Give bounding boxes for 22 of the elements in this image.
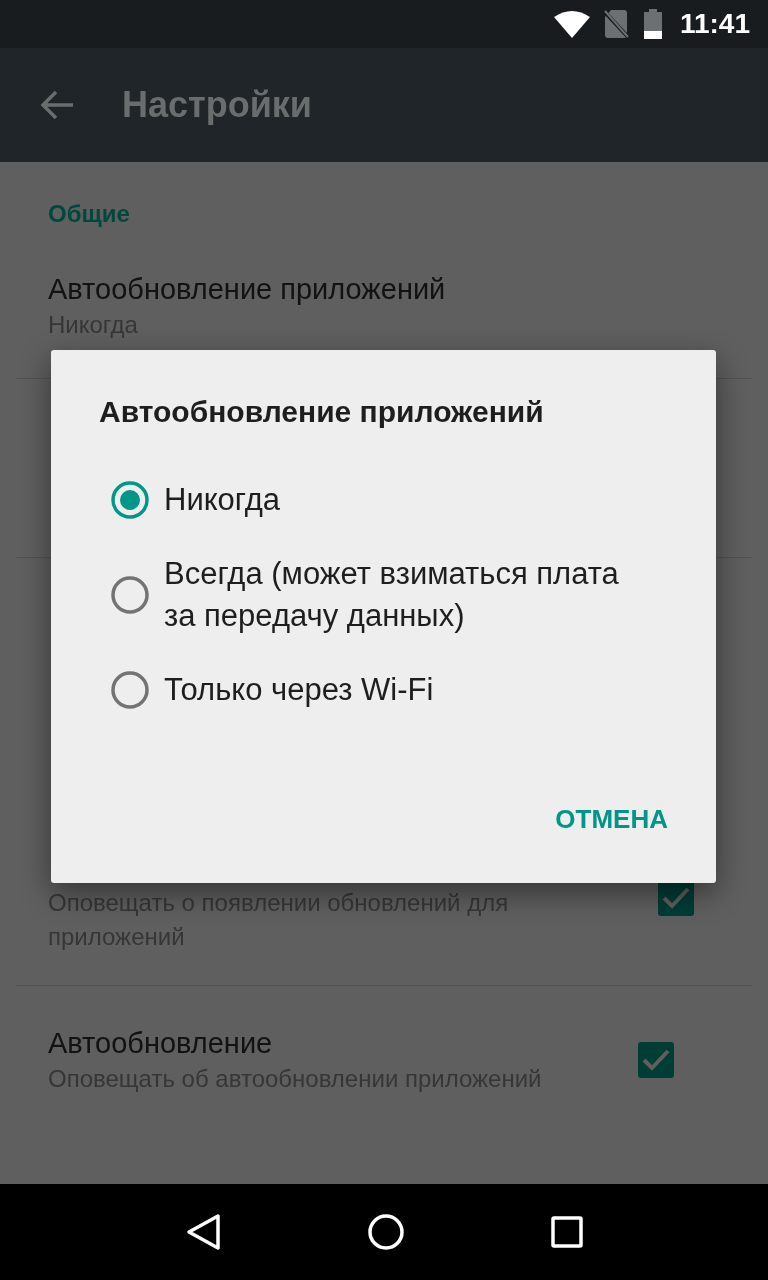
option-label: Всегда (может взиматься плата за передачу данных) [164, 555, 620, 635]
status-time: 11:41 [679, 8, 750, 40]
radio-button[interactable] [110, 480, 150, 520]
radio-option[interactable]: Только через Wi-Fi [99, 653, 434, 727]
setting-title: Автообновление [48, 1026, 274, 1061]
toolbar-title: Настройки [122, 84, 312, 126]
no-sim-icon [603, 9, 630, 39]
recents-button[interactable] [550, 1216, 583, 1248]
dialog-title: Автообновление приложений [99, 394, 545, 430]
home-button[interactable] [368, 1214, 404, 1250]
back-button[interactable] [185, 1213, 222, 1251]
option-label: Никогда [164, 481, 281, 519]
radio-button[interactable] [110, 575, 150, 615]
wifi-icon [553, 10, 590, 38]
radio-button[interactable] [110, 670, 150, 710]
radio-option[interactable]: Никогда [99, 463, 281, 537]
battery-icon [643, 9, 662, 39]
radio-option[interactable]: Всегда (может взиматься плата за передачу данных) [99, 537, 629, 653]
section-header: Общие [47, 199, 131, 229]
option-label: Только через Wi-Fi [164, 671, 434, 709]
checkbox[interactable] [638, 1042, 674, 1078]
setting-title: Автообновление приложений [48, 272, 447, 307]
